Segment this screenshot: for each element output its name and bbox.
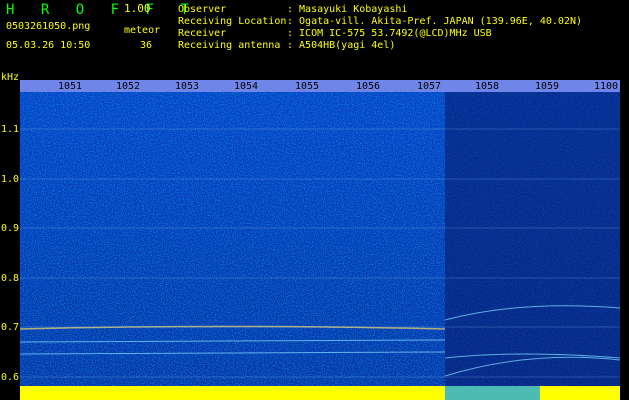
info-location-value: : Ogata-vill. Akita-Pref. JAPAN (139.96E… xyxy=(287,16,583,27)
info-antenna-value: : A504HB(yagi 4el) xyxy=(287,40,396,51)
x-tick-1059: 1059 xyxy=(535,81,560,92)
info-antenna-key: Receiving antenna xyxy=(178,40,281,51)
x-tick-1058: 1058 xyxy=(475,81,500,92)
header-title: H R O F F T xyxy=(6,2,198,18)
info-location-key: Receiving Location xyxy=(178,16,287,27)
x-tick-1052: 1052 xyxy=(116,81,141,92)
y-axis-unit: kHz xyxy=(1,72,20,83)
x-tick-1057: 1057 xyxy=(417,81,442,92)
header-version: 1.00 xyxy=(124,2,151,15)
x-tick-1055: 1055 xyxy=(295,81,320,92)
info-receiver-value: : ICOM IC-575 53.7492(@LCD)MHz USB xyxy=(287,28,492,39)
y-tick-1-0: 1.0 xyxy=(1,174,20,185)
header-filename: 0503261050.png xyxy=(6,21,91,32)
info-observer-value: : Masayuki Kobayashi xyxy=(287,4,408,15)
y-tick-0-9: 0.9 xyxy=(1,223,20,234)
y-tick-0-7: 0.7 xyxy=(1,322,20,333)
x-tick-1054: 1054 xyxy=(234,81,259,92)
meteor-count-gap xyxy=(445,386,540,400)
spectrogram: 1051 1052 1053 1054 1055 1056 1057 1058 … xyxy=(20,80,620,400)
info-receiver-key: Receiver xyxy=(178,28,227,39)
meteor-count: 36 xyxy=(140,40,153,51)
header-datetime: 05.03.26 10:50 xyxy=(6,40,91,51)
y-tick-0-6: 0.6 xyxy=(1,372,20,383)
x-tick-1100: 1100 xyxy=(594,81,619,92)
x-tick-1056: 1056 xyxy=(356,81,381,92)
meteor-label: meteor xyxy=(124,25,161,36)
y-tick-1-1: 1.1 xyxy=(1,124,20,135)
spectrogram-canvas xyxy=(20,80,620,400)
x-tick-1053: 1053 xyxy=(175,81,200,92)
spectrogram-dark-region xyxy=(445,80,620,400)
x-tick-bar xyxy=(20,80,620,92)
info-observer-key: Observer xyxy=(178,4,227,15)
x-tick-1051: 1051 xyxy=(58,81,83,92)
y-tick-0-8: 0.8 xyxy=(1,273,20,284)
